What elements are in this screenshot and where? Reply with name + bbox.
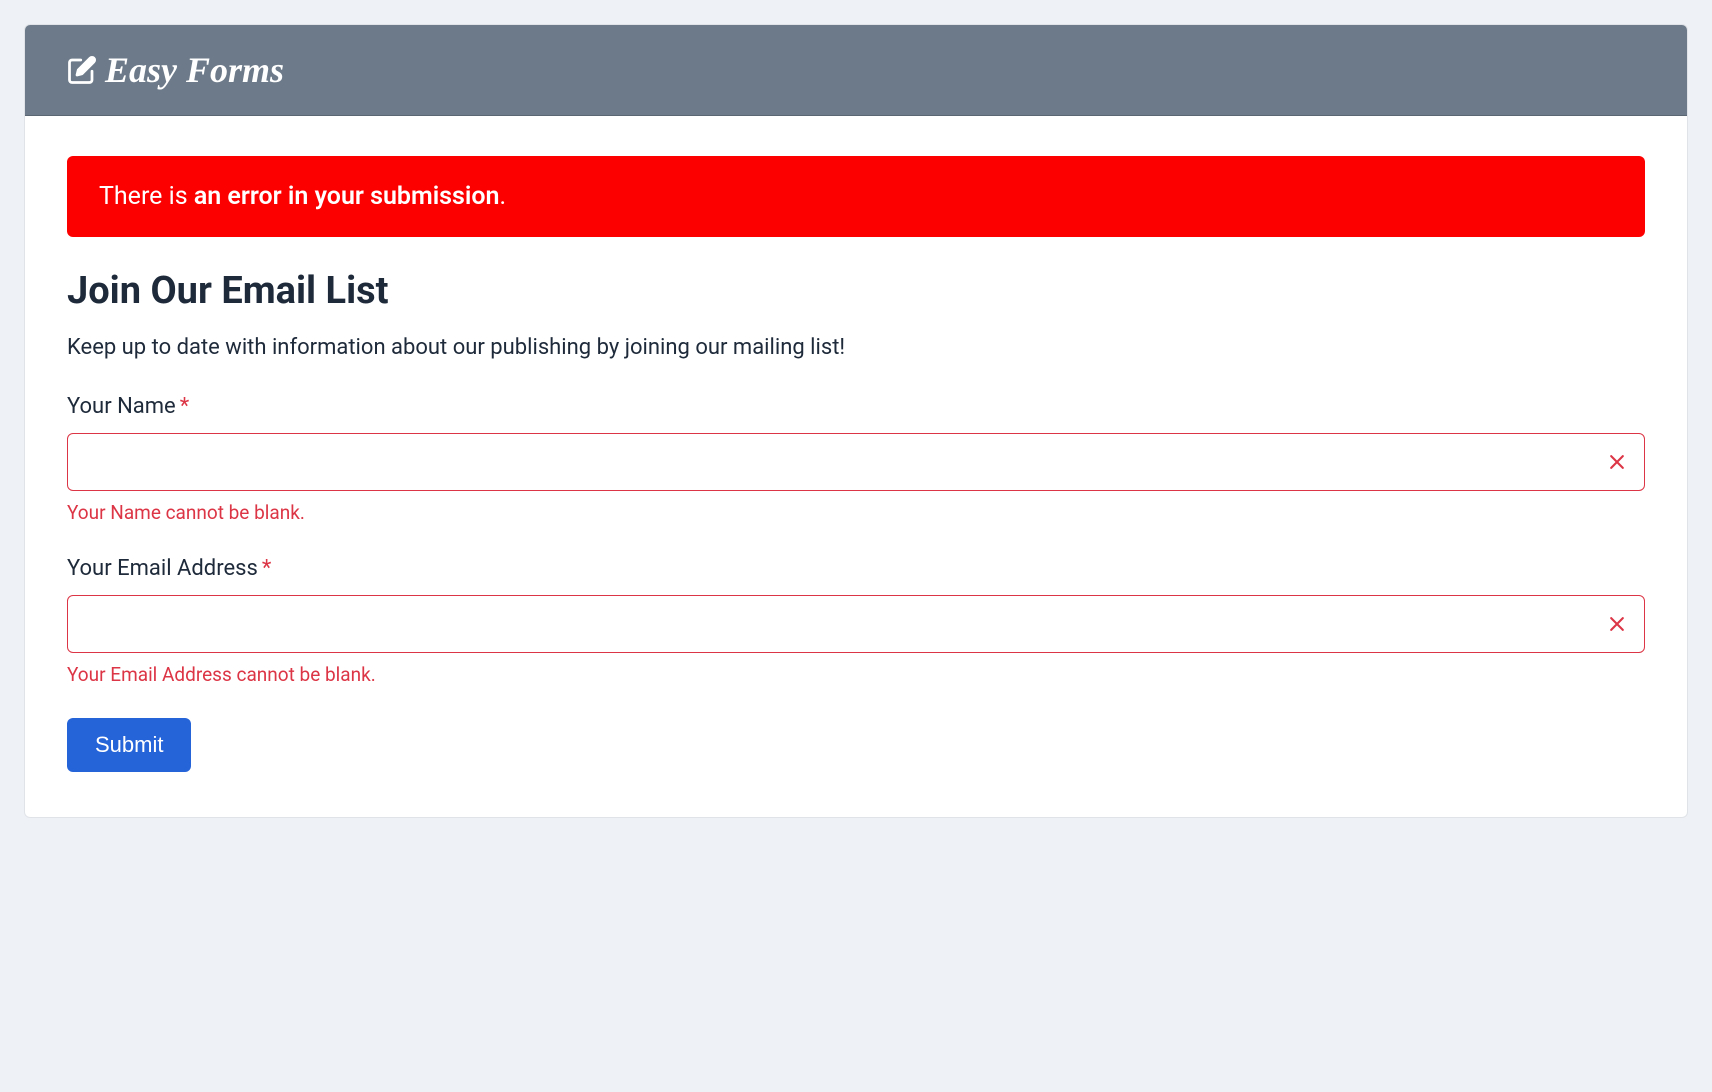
- required-indicator: *: [262, 556, 271, 581]
- email-label-text: Your Email Address: [67, 556, 258, 581]
- name-input[interactable]: [67, 433, 1645, 491]
- email-input[interactable]: [67, 595, 1645, 653]
- email-field-group: Your Email Address* Your Email Address c…: [67, 556, 1645, 686]
- alert-bold: an error in your submission: [194, 182, 500, 211]
- email-label: Your Email Address*: [67, 556, 1645, 581]
- edit-icon: [67, 55, 97, 85]
- name-label-text: Your Name: [67, 394, 176, 419]
- name-field-group: Your Name* Your Name cannot be blank.: [67, 394, 1645, 524]
- error-alert: There is an error in your submission.: [67, 156, 1645, 237]
- page-description: Keep up to date with information about o…: [67, 335, 1645, 360]
- name-error-text: Your Name cannot be blank.: [67, 501, 1645, 524]
- name-input-wrapper: [67, 433, 1645, 491]
- alert-prefix: There is: [99, 182, 194, 211]
- card-body: There is an error in your submission. Jo…: [25, 116, 1687, 817]
- card-header: Easy Forms: [25, 25, 1687, 116]
- brand: Easy Forms: [67, 49, 1645, 91]
- email-error-text: Your Email Address cannot be blank.: [67, 663, 1645, 686]
- name-label: Your Name*: [67, 394, 1645, 419]
- alert-suffix: .: [500, 182, 507, 211]
- submit-button[interactable]: Submit: [67, 718, 191, 772]
- required-indicator: *: [180, 394, 189, 419]
- close-icon: [1607, 452, 1627, 472]
- email-input-wrapper: [67, 595, 1645, 653]
- close-icon: [1607, 614, 1627, 634]
- brand-name: Easy Forms: [105, 49, 284, 91]
- form-card: Easy Forms There is an error in your sub…: [24, 24, 1688, 818]
- page-title: Join Our Email List: [67, 269, 1645, 313]
